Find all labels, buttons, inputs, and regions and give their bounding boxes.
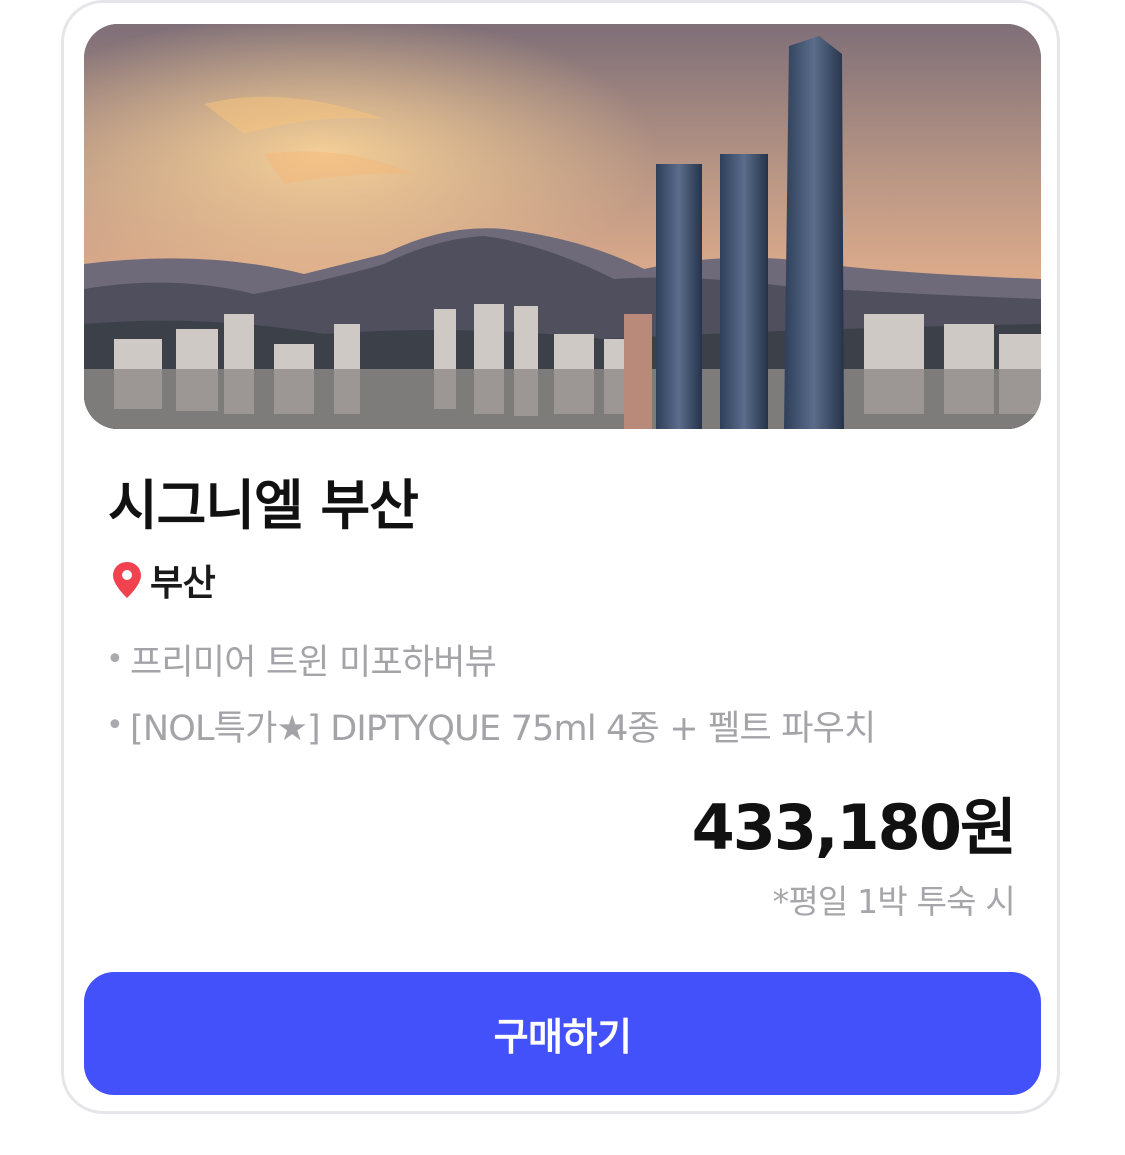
map-pin-icon [112,561,142,599]
bullet: • [106,641,124,677]
hotel-name: 시그니엘 부산 [108,474,419,537]
location-label: 부산 [150,563,216,604]
feature-list: • 프리미어 트윈 미포하버뷰 • [NOL특가★] DIPTYQUE 75ml… [106,626,876,758]
price: 433,180원 [691,791,1017,864]
buy-button[interactable]: 구매하기 [84,972,1041,1095]
feature-item: • [NOL특가★] DIPTYQUE 75ml 4종 + 펠트 파우치 [106,692,876,758]
hotel-photo [84,24,1041,429]
feature-text: 프리미어 트윈 미포하버뷰 [130,642,497,683]
feature-item: • 프리미어 트윈 미포하버뷰 [106,626,875,692]
hotel-location: 부산 [112,556,216,604]
bullet: • [106,707,124,743]
hotel-photo-image [84,24,1041,429]
buy-button-label: 구매하기 [493,1017,632,1059]
price-note: *평일 1박 투숙 시 [772,882,1016,921]
feature-text: [NOL특가★] DIPTYQUE 75ml 4종 + 펠트 파우치 [130,708,876,749]
